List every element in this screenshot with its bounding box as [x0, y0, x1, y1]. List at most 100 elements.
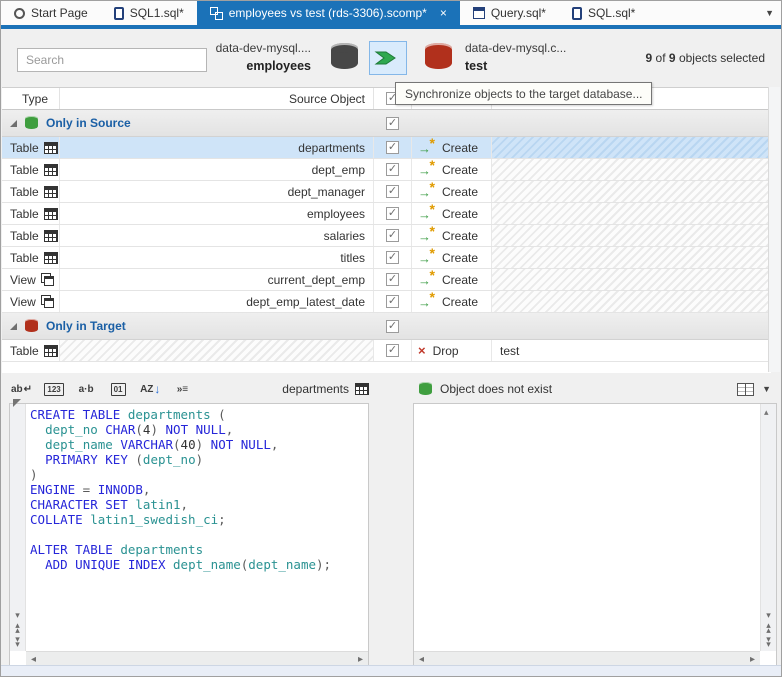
- row-source-cell: salaries: [60, 225, 374, 246]
- row-action-cell: → * Create: [412, 203, 492, 224]
- sql-file-icon: [113, 6, 124, 20]
- row-checkbox[interactable]: ✓: [386, 229, 399, 242]
- table-icon: [43, 163, 58, 176]
- row-checkbox[interactable]: ✓: [386, 163, 399, 176]
- scroll-right-button[interactable]: ▸: [750, 654, 755, 665]
- right-editor-horizontal-scrollbar[interactable]: ◂ ▸: [414, 651, 760, 666]
- right-editor-vertical-scrollbar[interactable]: ▴ ▾ ▴ ▴ ▾ ▾: [760, 404, 776, 651]
- expand-collapse-icon[interactable]: [10, 322, 17, 330]
- expand-collapse-icon[interactable]: [10, 119, 17, 127]
- object-row[interactable]: View current_dept_emp ✓ → * Create: [2, 269, 771, 291]
- source-object-name: dept_emp_latest_date: [246, 294, 365, 309]
- row-checkbox[interactable]: ✓: [386, 251, 399, 264]
- row-source-cell: [60, 340, 374, 361]
- tab-close-icon[interactable]: ×: [440, 7, 447, 19]
- line-numbers-button[interactable]: 123: [42, 378, 66, 400]
- grid-header-row: Type Source Object ✓: [2, 88, 771, 110]
- tab-4[interactable]: SQL.sql*: [559, 1, 648, 25]
- row-source-cell: departments: [60, 137, 374, 158]
- scroll-bottom-button[interactable]: ▾ ▾: [766, 635, 771, 649]
- group-row-0[interactable]: Only in Source ✓: [2, 110, 771, 137]
- row-check-cell: ✓: [374, 291, 412, 312]
- row-checkbox[interactable]: ✓: [386, 273, 399, 286]
- tab-1[interactable]: SQL1.sql*: [101, 1, 197, 25]
- source-object-caption: departments: [282, 382, 369, 396]
- action-label: Create: [442, 294, 479, 309]
- split-layout-icon[interactable]: [737, 382, 755, 396]
- row-checkbox[interactable]: ✓: [386, 207, 399, 220]
- show-whitespace-button[interactable]: a·b: [74, 378, 98, 400]
- row-target-cell: [492, 203, 771, 224]
- scroll-bottom-button[interactable]: ▾ ▾: [15, 635, 20, 649]
- scroll-up-button[interactable]: ▴: [764, 408, 769, 417]
- scroll-top-button[interactable]: ▴ ▴: [15, 621, 20, 635]
- binary-view-button[interactable]: 01: [106, 378, 130, 400]
- object-row[interactable]: View dept_emp_latest_date ✓ → * Create: [2, 291, 771, 313]
- scroll-right-button[interactable]: ▸: [358, 654, 363, 665]
- start-page-icon: [14, 7, 25, 19]
- sql-editor-empty[interactable]: [419, 407, 756, 649]
- tab-label: SQL1.sql*: [129, 6, 184, 20]
- object-row[interactable]: Table dept_manager ✓ → * Create: [2, 181, 771, 203]
- red-database-icon: [25, 319, 38, 332]
- action-label: Create: [442, 272, 479, 287]
- object-row[interactable]: Table ✓ × Drop test: [2, 340, 771, 362]
- type-column-header[interactable]: Type: [2, 88, 60, 109]
- row-action-cell: → * Create: [412, 269, 492, 290]
- table-icon: [355, 383, 369, 395]
- group-label: Only in Source: [46, 116, 131, 130]
- object-row[interactable]: Table departments ✓ → * Create: [2, 137, 771, 159]
- row-checkbox[interactable]: ✓: [386, 141, 399, 154]
- comparison-icon: [209, 6, 223, 20]
- sql-editor[interactable]: CREATE TABLE departments ( dept_no CHAR(…: [30, 407, 365, 649]
- tab-overflow-icon[interactable]: ▼: [765, 8, 774, 18]
- object-row[interactable]: Table salaries ✓ → * Create: [2, 225, 771, 247]
- scroll-down-button[interactable]: ▾: [15, 611, 20, 620]
- group-label: Only in Target: [46, 319, 126, 333]
- group-checkbox[interactable]: ✓: [386, 116, 399, 130]
- word-wrap-button[interactable]: ab ↵: [9, 378, 34, 400]
- synchronize-button[interactable]: [369, 41, 407, 75]
- row-source-cell: dept_emp: [60, 159, 374, 180]
- table-icon: [43, 185, 58, 198]
- row-target-cell: test: [492, 340, 771, 361]
- sql-line: CREATE TABLE departments (: [30, 407, 226, 422]
- source-object-column-header[interactable]: Source Object: [60, 88, 374, 109]
- tab-3[interactable]: Query.sql*: [460, 1, 559, 25]
- action-label: Create: [442, 184, 479, 199]
- sql-line: PRIMARY KEY (dept_no): [45, 452, 204, 467]
- create-icon: → *: [418, 181, 435, 200]
- panel-splitter[interactable]: [369, 375, 413, 667]
- type-label: View: [10, 272, 36, 287]
- grid-rows: Only in Source ✓ Table departments ✓ → * Create…: [2, 110, 771, 362]
- row-checkbox[interactable]: ✓: [386, 344, 399, 357]
- scroll-top-button[interactable]: ▴ ▴: [766, 621, 771, 635]
- grid-vertical-scrollbar[interactable]: [768, 87, 780, 372]
- action-label: Create: [442, 228, 479, 243]
- fold-marker-icon[interactable]: [13, 399, 21, 417]
- object-row[interactable]: Table dept_emp ✓ → * Create: [2, 159, 771, 181]
- source-ddl-editor: ▾ ▴ ▴ ▾ ▾ CREATE TABLE departments ( dept_…: [9, 399, 369, 667]
- object-row[interactable]: Table employees ✓ → * Create: [2, 203, 771, 225]
- group-row-1[interactable]: Only in Target ✓: [2, 313, 771, 340]
- left-editor-horizontal-scrollbar[interactable]: ◂ ▸: [26, 651, 368, 666]
- group-checkbox[interactable]: ✓: [386, 319, 399, 333]
- sort-lines-button[interactable]: AZ ↓: [138, 378, 162, 400]
- row-checkbox[interactable]: ✓: [386, 185, 399, 198]
- tab-2[interactable]: employees vs test (rds-3306).scomp* ×: [196, 1, 460, 25]
- type-label: Table: [10, 228, 39, 243]
- scroll-left-button[interactable]: ◂: [419, 654, 424, 665]
- object-row[interactable]: Table titles ✓ → * Create: [2, 247, 771, 269]
- query-file-icon: [472, 7, 485, 19]
- indent-button[interactable]: »≡: [170, 378, 194, 400]
- total-count: 9: [668, 51, 676, 65]
- view-icon: [40, 295, 54, 308]
- comparison-grid: Type Source Object ✓ Only in Source ✓ Tabl…: [2, 87, 771, 373]
- scroll-left-button[interactable]: ◂: [31, 654, 36, 665]
- row-checkbox[interactable]: ✓: [386, 295, 399, 308]
- scroll-down-button[interactable]: ▾: [766, 611, 771, 620]
- tab-0[interactable]: Start Page: [1, 1, 101, 25]
- source-object-name: dept_emp: [311, 162, 365, 177]
- layout-dropdown-icon[interactable]: ▼: [762, 384, 771, 394]
- left-editor-vertical-scrollbar[interactable]: ▾ ▴ ▴ ▾ ▾: [10, 399, 26, 651]
